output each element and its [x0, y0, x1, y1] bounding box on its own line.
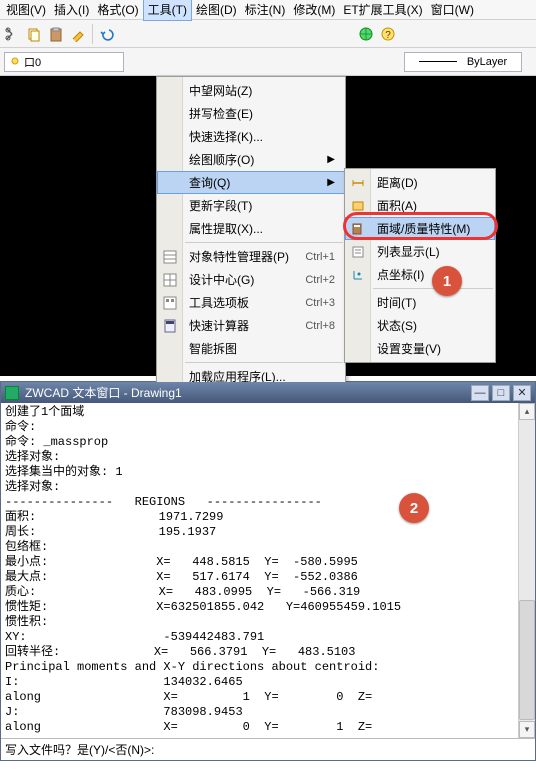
- match-icon[interactable]: [70, 26, 86, 42]
- query-item-time[interactable]: 时间(T): [345, 291, 495, 314]
- callout-badge-2: 2: [399, 493, 429, 523]
- query-item-status[interactable]: 状态(S): [345, 314, 495, 337]
- point-icon: [350, 267, 366, 283]
- menu-tools[interactable]: 工具(T): [143, 0, 192, 21]
- tools-item-website[interactable]: 中望网站(Z): [157, 79, 345, 102]
- menu-insert[interactable]: 插入(I): [50, 0, 93, 20]
- linetype-dropdown[interactable]: ByLayer: [404, 52, 522, 72]
- text-window: ZWCAD 文本窗口 - Drawing1 — □ ✕ 创建了1个面域 命令: …: [0, 381, 536, 761]
- scroll-up-button[interactable]: ▴: [519, 403, 535, 420]
- svg-text:?: ?: [385, 30, 391, 41]
- text-window-body: 创建了1个面域 命令: 命令: _massprop 选择对象: 选择集当中的对象…: [1, 403, 535, 738]
- calculator-icon: [162, 318, 178, 334]
- distance-icon: [350, 175, 366, 191]
- menu-draw[interactable]: 绘图(D): [192, 0, 241, 20]
- query-item-list[interactable]: 列表显示(L): [345, 240, 495, 263]
- globe-icon[interactable]: [358, 26, 374, 42]
- query-item-point[interactable]: 点坐标(I): [345, 263, 495, 286]
- toolbar-layers: 口0 ByLayer: [0, 48, 536, 76]
- menu-view[interactable]: 视图(V): [2, 0, 50, 20]
- callout-badge-1: 1: [432, 266, 462, 296]
- command-input[interactable]: 写入文件吗？是(Y)/<否(N)>:: [1, 738, 535, 760]
- menubar: 视图(V) 插入(I) 格式(O) 工具(T) 绘图(D) 标注(N) 修改(M…: [0, 0, 536, 20]
- help-icon[interactable]: ?: [380, 26, 396, 42]
- cut-icon[interactable]: [4, 26, 20, 42]
- query-item-distance[interactable]: 距离(D): [345, 171, 495, 194]
- tools-item-qselect[interactable]: 快速选择(K)...: [157, 125, 345, 148]
- menu-modify[interactable]: 修改(M): [289, 0, 339, 20]
- list-icon: [350, 244, 366, 260]
- copy-icon[interactable]: [26, 26, 42, 42]
- layer-name: 口0: [24, 54, 41, 70]
- menu-separator: [185, 242, 343, 243]
- palette-icon: [162, 295, 178, 311]
- linetype-label: ByLayer: [467, 56, 507, 68]
- tools-item-updfield[interactable]: 更新字段(T): [157, 194, 345, 217]
- menu-window[interactable]: 窗口(W): [427, 0, 478, 20]
- tools-item-design[interactable]: 设计中心(G)Ctrl+2: [157, 268, 345, 291]
- menu-separator: [185, 362, 343, 363]
- menu-dim[interactable]: 标注(N): [241, 0, 290, 20]
- tools-item-smart[interactable]: 智能拆图: [157, 337, 345, 360]
- tools-item-query[interactable]: 查询(Q)▶: [157, 171, 345, 194]
- command-prompt: 写入文件吗？是(Y)/<否(N)>:: [5, 741, 154, 758]
- text-window-title: ZWCAD 文本窗口 - Drawing1: [25, 384, 182, 401]
- properties-icon: [162, 249, 178, 265]
- toolbar-sep: [92, 24, 93, 44]
- submenu-arrow-icon: ▶: [327, 154, 335, 165]
- maximize-button[interactable]: □: [492, 385, 510, 401]
- callout-ring-massprop: [343, 212, 498, 240]
- text-window-titlebar[interactable]: ZWCAD 文本窗口 - Drawing1 — □ ✕: [1, 382, 535, 403]
- tools-item-calc[interactable]: 快速计算器Ctrl+8: [157, 314, 345, 337]
- close-button[interactable]: ✕: [513, 385, 531, 401]
- menu-format[interactable]: 格式(O): [93, 0, 142, 20]
- toolbar-main: ?: [0, 20, 536, 48]
- grid-icon: [162, 272, 178, 288]
- app-icon: [5, 386, 19, 400]
- query-submenu: 距离(D) 面积(A) 面域/质量特性(M) 列表显示(L) 点坐标(I) 时间…: [344, 168, 496, 363]
- drawing-stage: 中望网站(Z) 拼写检查(E) 快速选择(K)... 绘图顺序(O)▶ 查询(Q…: [0, 76, 536, 376]
- undo-icon[interactable]: [99, 26, 115, 42]
- scroll-down-button[interactable]: ▾: [519, 721, 535, 738]
- scroll-thumb[interactable]: [519, 600, 535, 720]
- bulb-icon: [9, 56, 21, 68]
- submenu-arrow-icon: ▶: [327, 177, 335, 188]
- text-window-output[interactable]: 创建了1个面域 命令: 命令: _massprop 选择对象: 选择集当中的对象…: [1, 403, 535, 738]
- menu-et[interactable]: ET扩展工具(X): [339, 0, 426, 20]
- tools-item-draworder[interactable]: 绘图顺序(O)▶: [157, 148, 345, 171]
- minimize-button[interactable]: —: [471, 385, 489, 401]
- query-item-setvar[interactable]: 设置变量(V): [345, 337, 495, 360]
- layer-dropdown[interactable]: 口0: [4, 52, 124, 72]
- paste-icon[interactable]: [48, 26, 64, 42]
- tools-item-attrext[interactable]: 属性提取(X)...: [157, 217, 345, 240]
- linetype-preview: [419, 61, 457, 62]
- scrollbar[interactable]: ▴ ▾: [518, 403, 535, 738]
- tools-item-spell[interactable]: 拼写检查(E): [157, 102, 345, 125]
- tools-item-propmgr[interactable]: 对象特性管理器(P)Ctrl+1: [157, 245, 345, 268]
- tools-item-palette[interactable]: 工具选项板Ctrl+3: [157, 291, 345, 314]
